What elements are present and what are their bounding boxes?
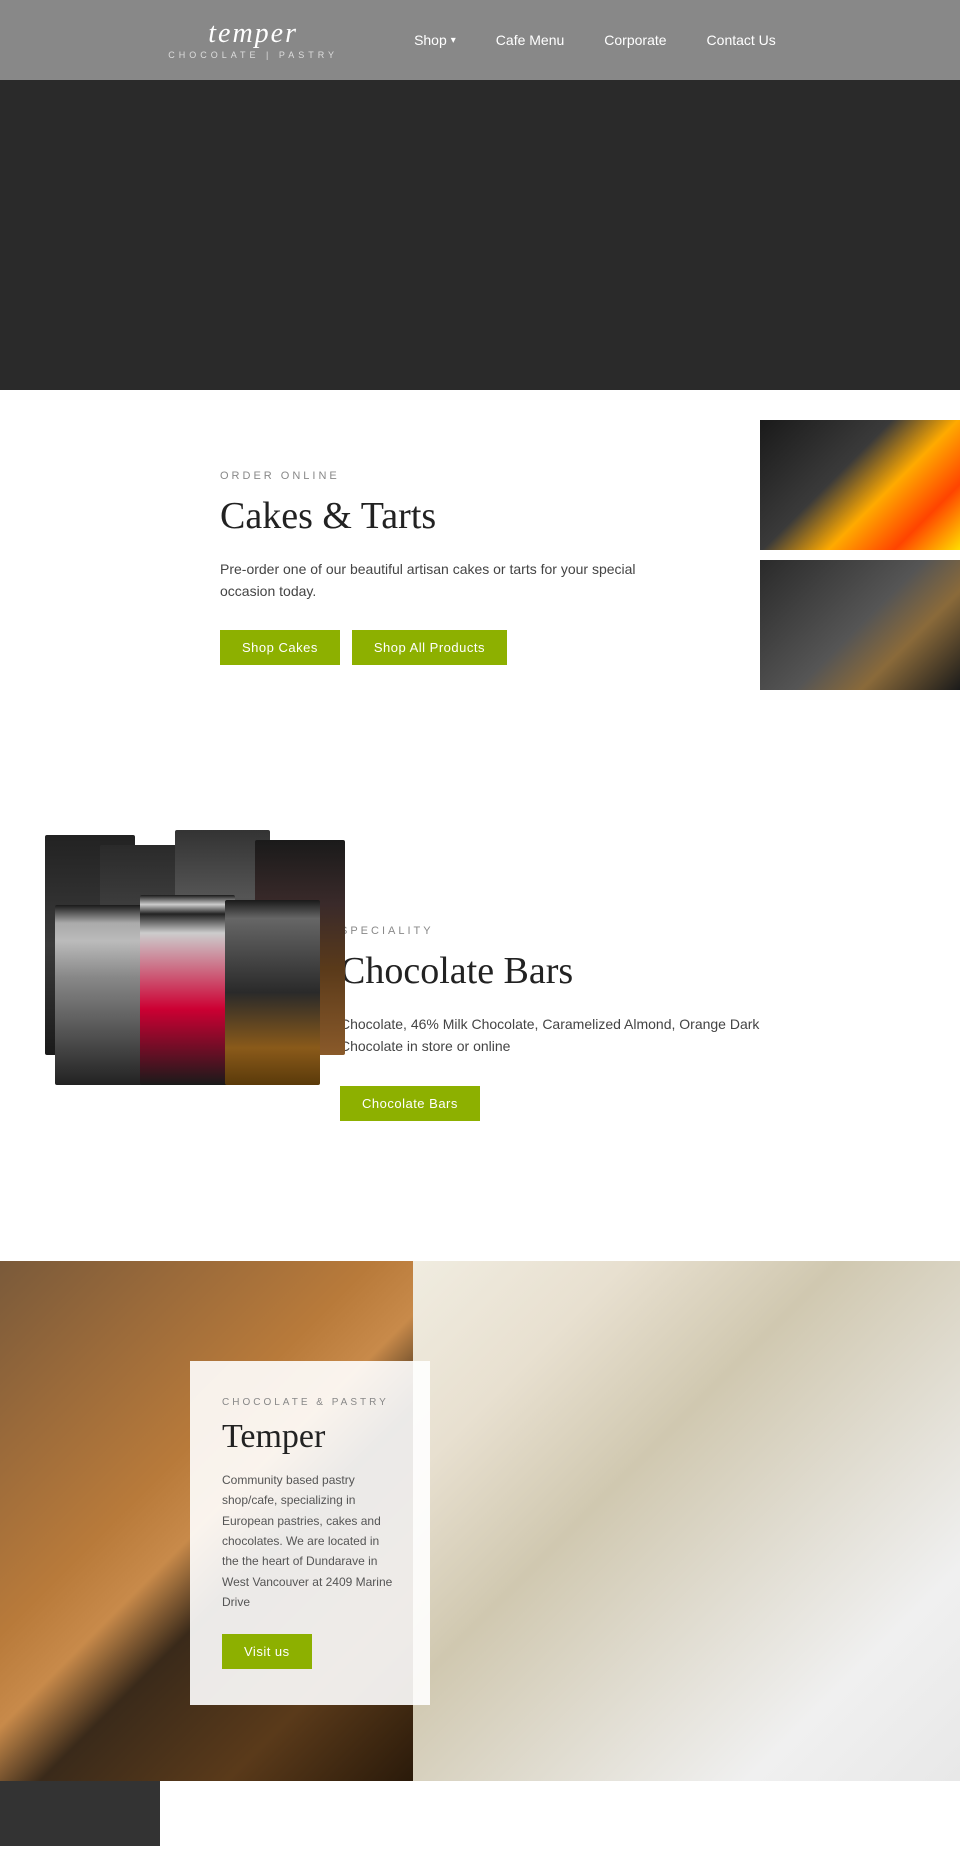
- visit-us-button[interactable]: Visit us: [222, 1634, 312, 1669]
- store-right-image: [413, 1261, 960, 1781]
- choc-description: Chocolate, 46% Milk Chocolate, Carameliz…: [340, 1013, 800, 1058]
- choc-label: SPECIALITY: [340, 925, 800, 937]
- cakes-label: ORDER ONLINE: [220, 470, 680, 482]
- nav-shop[interactable]: Shop ▾: [398, 24, 472, 56]
- cake-image-1: [760, 420, 960, 550]
- logo-text: temper: [208, 20, 298, 48]
- hero-banner: [0, 80, 960, 390]
- chocolate-bars-images: [0, 825, 380, 1105]
- choc-buttons: Chocolate Bars: [340, 1086, 800, 1121]
- nav-corporate[interactable]: Corporate: [588, 24, 682, 56]
- cakes-images: [760, 420, 960, 690]
- store-card: CHOCOLATE & PASTRY Temper Community base…: [190, 1361, 430, 1706]
- footer-dark-block: [0, 1781, 160, 1846]
- cakes-buttons: Shop Cakes Shop All Products: [220, 630, 680, 665]
- site-header: temper CHOCOLATE | PASTRY Shop ▾ Cafe Me…: [0, 0, 960, 80]
- store-label: CHOCOLATE & PASTRY: [222, 1397, 398, 1408]
- choc-bar-img-7: [225, 900, 320, 1085]
- choc-bar-img-6: [140, 895, 235, 1085]
- cake-image-2: [760, 560, 960, 690]
- logo-sub: CHOCOLATE | PASTRY: [168, 50, 338, 60]
- chocolate-bars-section: SPECIALITY Chocolate Bars Chocolate, 46%…: [0, 805, 960, 1200]
- shop-all-products-button[interactable]: Shop All Products: [352, 630, 507, 665]
- choc-title: Chocolate Bars: [340, 949, 800, 995]
- nav-contact-us[interactable]: Contact Us: [691, 24, 792, 56]
- nav-cafe-menu[interactable]: Cafe Menu: [480, 24, 580, 56]
- cakes-section: ORDER ONLINE Cakes & Tarts Pre-order one…: [0, 390, 960, 745]
- cakes-description: Pre-order one of our beautiful artisan c…: [220, 558, 680, 603]
- footer-area: [0, 1781, 960, 1846]
- store-description: Community based pastry shop/cafe, specia…: [222, 1470, 398, 1613]
- logo[interactable]: temper CHOCOLATE | PASTRY: [168, 20, 338, 60]
- chevron-down-icon: ▾: [451, 35, 456, 46]
- shop-cakes-button[interactable]: Shop Cakes: [220, 630, 340, 665]
- store-background: [0, 1261, 960, 1781]
- store-section: CHOCOLATE & PASTRY Temper Community base…: [0, 1261, 960, 1781]
- store-title: Temper: [222, 1418, 398, 1456]
- cakes-title: Cakes & Tarts: [220, 494, 680, 540]
- main-nav: Shop ▾ Cafe Menu Corporate Contact Us: [398, 24, 792, 56]
